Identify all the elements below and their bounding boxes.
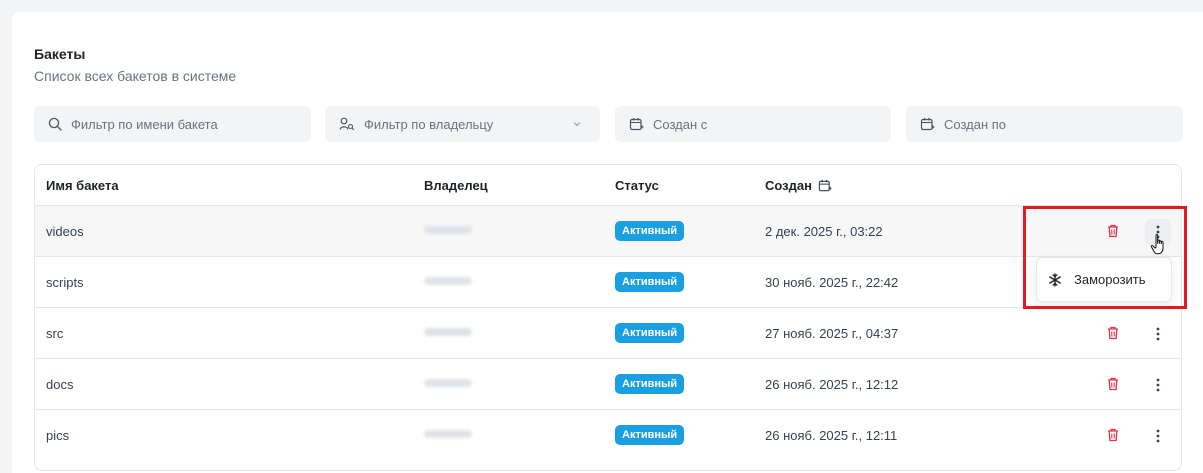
buckets-card: Бакеты Список всех бакетов в системе Фил… — [12, 12, 1203, 473]
header-name-label: Имя бакета — [46, 178, 119, 193]
more-actions-button[interactable] — [1145, 321, 1171, 347]
owner-blurred — [424, 277, 472, 285]
status-cell: Активный — [615, 323, 685, 343]
owner-blurred — [424, 379, 472, 387]
more-actions-button[interactable] — [1145, 372, 1171, 398]
owner-blurred — [424, 226, 472, 234]
snowflake-icon — [1049, 272, 1061, 287]
header-owner[interactable]: Владелец — [424, 178, 488, 193]
created-date: 30 нояб. 2025 г., 22:42 — [765, 275, 899, 290]
trash-icon — [1108, 326, 1118, 340]
buckets-table: Имя бакета Владелец Статус Создан videos… — [34, 164, 1182, 471]
search-icon — [48, 117, 62, 131]
created-to-filter[interactable]: Создан по — [906, 106, 1183, 142]
owner-blurred — [424, 430, 472, 438]
table-row[interactable]: src Активный 27 нояб. 2025 г., 04:37 — [35, 307, 1181, 358]
status-badge: Активный — [615, 323, 685, 343]
trash-icon — [1108, 428, 1118, 442]
chevron-down-icon — [573, 122, 581, 127]
table-row[interactable]: pics Активный 26 нояб. 2025 г., 12:11 — [35, 409, 1181, 460]
created-date: 26 нояб. 2025 г., 12:12 — [765, 377, 899, 392]
trash-icon — [1108, 377, 1118, 391]
table-row[interactable]: scripts Активный 30 нояб. 2025 г., 22:42 — [35, 256, 1181, 307]
status-badge: Активный — [615, 272, 685, 292]
status-badge: Активный — [615, 374, 685, 394]
trash-icon — [1108, 224, 1118, 238]
more-actions-button[interactable] — [1145, 423, 1171, 449]
status-badge: Активный — [615, 221, 685, 241]
bucket-name: pics — [46, 428, 70, 443]
calendar-icon — [920, 117, 935, 130]
bucket-name: docs — [46, 377, 74, 392]
created-date: 2 дек. 2025 г., 03:22 — [765, 224, 883, 239]
delete-button[interactable] — [1103, 323, 1123, 343]
owner-filter-select[interactable]: Фильтр по владельцу — [325, 106, 600, 142]
created-date: 26 нояб. 2025 г., 12:11 — [765, 428, 898, 443]
bucket-name-filter-placeholder: Фильтр по имени бакета — [71, 116, 218, 132]
header-status[interactable]: Статус — [615, 178, 659, 193]
delete-button[interactable] — [1103, 425, 1123, 445]
page-subtitle: Список всех бакетов в системе — [34, 68, 237, 84]
freeze-menu-label: Заморозить — [1074, 272, 1146, 287]
more-vertical-icon — [1156, 429, 1160, 443]
status-cell: Активный — [615, 272, 685, 292]
more-vertical-icon — [1156, 327, 1160, 341]
header-status-label: Статус — [615, 178, 659, 193]
page-title: Бакеты — [34, 46, 86, 62]
header-name[interactable]: Имя бакета — [46, 178, 119, 193]
created-date: 27 нояб. 2025 г., 04:37 — [765, 326, 899, 341]
table-header: Имя бакета Владелец Статус Создан — [35, 165, 1181, 205]
header-created[interactable]: Создан — [765, 178, 832, 193]
bucket-name: videos — [46, 224, 84, 239]
bucket-name: src — [46, 326, 64, 341]
delete-button[interactable] — [1103, 221, 1123, 241]
calendar-icon — [629, 117, 644, 130]
owner-blurred — [424, 328, 472, 336]
status-badge: Активный — [615, 425, 685, 445]
user-search-icon — [339, 117, 355, 131]
created-to-placeholder: Создан по — [944, 116, 1007, 132]
created-from-placeholder: Создан с — [653, 116, 708, 132]
hand-pointer-icon — [1150, 233, 1164, 255]
bucket-name: scripts — [46, 275, 84, 290]
more-vertical-icon — [1156, 378, 1160, 392]
calendar-icon — [818, 179, 832, 191]
table-row[interactable]: videos Активный 2 дек. 2025 г., 03:22 — [35, 205, 1181, 256]
status-cell: Активный — [615, 374, 685, 394]
owner-filter-placeholder: Фильтр по владельцу — [364, 116, 494, 132]
header-created-label: Создан — [765, 178, 812, 193]
freeze-menu-item[interactable]: Заморозить — [1036, 257, 1172, 302]
table-row[interactable]: docs Активный 26 нояб. 2025 г., 12:12 — [35, 358, 1181, 409]
bucket-name-filter[interactable]: Фильтр по имени бакета — [34, 106, 311, 142]
status-cell: Активный — [615, 425, 685, 445]
created-from-filter[interactable]: Создан с — [615, 106, 891, 142]
status-cell: Активный — [615, 221, 685, 241]
delete-button[interactable] — [1103, 374, 1123, 394]
header-owner-label: Владелец — [424, 178, 488, 193]
